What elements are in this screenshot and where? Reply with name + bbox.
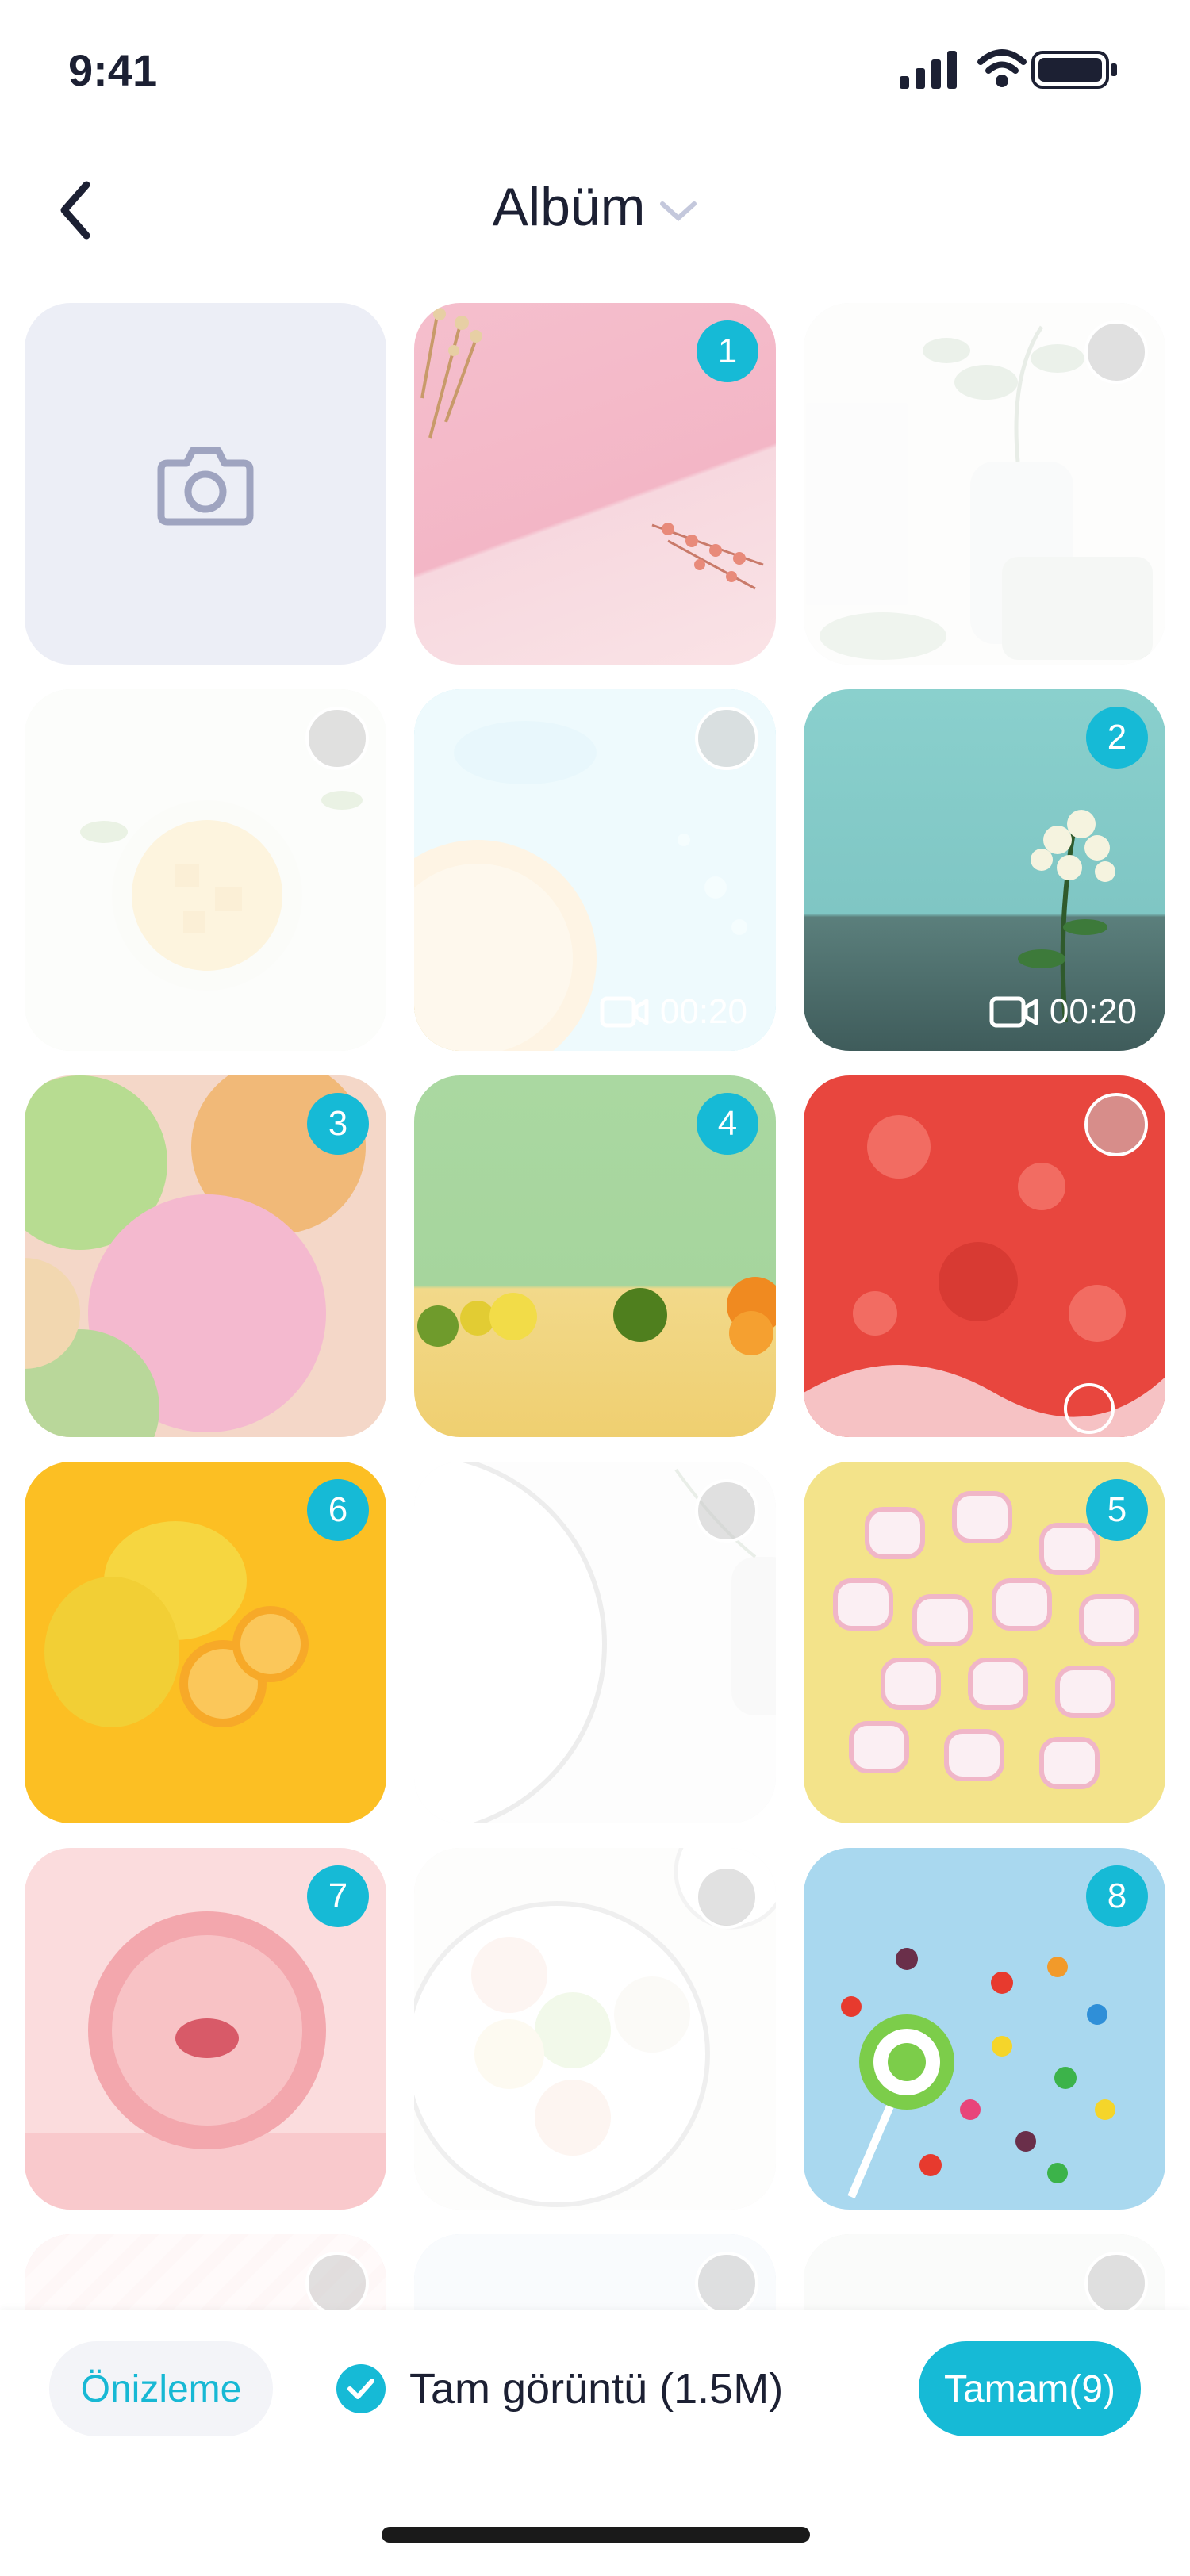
- photo-tile[interactable]: [414, 1848, 776, 2210]
- selection-circle[interactable]: [695, 2252, 758, 2310]
- selection-circle[interactable]: [695, 1865, 758, 1929]
- selection-badge[interactable]: 2: [1086, 707, 1148, 769]
- selection-badge[interactable]: 5: [1086, 1479, 1148, 1541]
- video-duration: 00:20: [989, 992, 1137, 1032]
- photo-tile[interactable]: [414, 1462, 776, 1823]
- selection-circle[interactable]: [1084, 1093, 1148, 1156]
- preview-button[interactable]: Önizleme: [49, 2341, 273, 2436]
- selection-circle[interactable]: [305, 2252, 369, 2310]
- signal-icon: [900, 51, 957, 89]
- wifi-icon: [977, 49, 1027, 87]
- selection-badge[interactable]: 4: [697, 1093, 758, 1155]
- done-button[interactable]: Tamam(9): [919, 2341, 1141, 2436]
- photo-tile[interactable]: [414, 2234, 776, 2310]
- navigation-bar: Albüm: [0, 159, 1190, 262]
- battery-icon: [1031, 51, 1117, 89]
- photo-tile[interactable]: 4: [414, 1075, 776, 1437]
- photo-tile[interactable]: 3: [25, 1075, 386, 1437]
- bottom-action-bar: Önizleme Tam görüntü (1.5M) Tamam(9): [0, 2310, 1190, 2576]
- camera-tile[interactable]: [25, 303, 386, 665]
- video-camera-icon: [989, 996, 1038, 1028]
- photo-grid: 1 00:20 2 00:20 3 4 6 5 7 8: [25, 303, 1165, 2310]
- video-duration-text: 00:20: [659, 992, 747, 1031]
- status-bar: 9:41: [0, 0, 1190, 143]
- video-duration-text: 00:20: [1049, 992, 1137, 1031]
- photo-tile[interactable]: 7: [25, 1848, 386, 2210]
- selection-circle[interactable]: [305, 707, 369, 770]
- video-tile[interactable]: 00:20: [414, 689, 776, 1051]
- selection-circle[interactable]: [695, 1479, 758, 1543]
- checkmark-icon: [336, 2364, 386, 2413]
- chevron-down-icon: [660, 201, 697, 222]
- camera-icon: [157, 447, 254, 526]
- status-time: 9:41: [68, 45, 158, 95]
- photo-tile[interactable]: [25, 689, 386, 1051]
- video-duration: 00:20: [600, 992, 747, 1032]
- album-selector[interactable]: Albüm: [0, 176, 1190, 238]
- selection-badge[interactable]: 8: [1086, 1865, 1148, 1927]
- selection-badge[interactable]: 6: [307, 1479, 369, 1541]
- photo-tile[interactable]: [804, 1075, 1165, 1437]
- album-title: Albüm: [492, 177, 646, 237]
- selection-badge[interactable]: 7: [307, 1865, 369, 1927]
- full-image-toggle[interactable]: Tam görüntü (1.5M): [336, 2341, 783, 2436]
- photo-tile[interactable]: [804, 303, 1165, 665]
- photo-tile[interactable]: 1: [414, 303, 776, 665]
- photo-tile[interactable]: 6: [25, 1462, 386, 1823]
- photo-tile[interactable]: [25, 2234, 386, 2310]
- selection-circle[interactable]: [1084, 320, 1148, 384]
- photo-tile[interactable]: 8: [804, 1848, 1165, 2210]
- full-image-label: Tam görüntü (1.5M): [409, 2365, 784, 2413]
- selection-badge[interactable]: 1: [697, 320, 758, 382]
- video-tile[interactable]: 2 00:20: [804, 689, 1165, 1051]
- selection-badge[interactable]: 3: [307, 1093, 369, 1155]
- selection-circle[interactable]: [1084, 2252, 1148, 2310]
- status-icons: [900, 49, 1130, 89]
- home-indicator: [382, 2527, 810, 2543]
- photo-tile[interactable]: 5: [804, 1462, 1165, 1823]
- photo-tile[interactable]: [804, 2234, 1165, 2310]
- selection-circle[interactable]: [695, 707, 758, 770]
- video-camera-icon: [600, 996, 649, 1028]
